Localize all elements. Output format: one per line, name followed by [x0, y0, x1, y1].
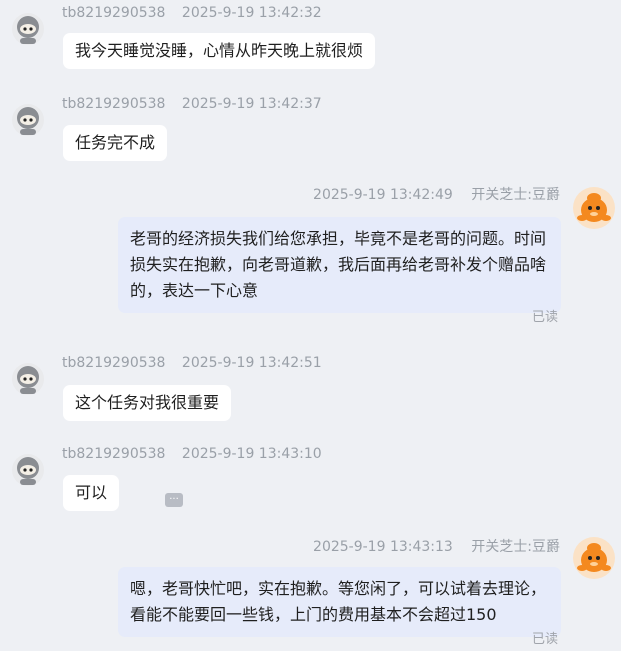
message-meta: tb8219290538 2025-9-19 13:43:10: [62, 445, 322, 463]
message-meta: 2025-9-19 13:43:13 开关芝士:豆爵: [313, 538, 560, 556]
timestamp: 2025-9-19 13:42:49: [313, 187, 453, 203]
sender-name: tb8219290538: [62, 355, 166, 371]
customer-avatar-icon[interactable]: [11, 362, 45, 396]
outgoing-message-bubble[interactable]: 嗯，老哥快忙吧，实在抱歉。等您闲了，可以试着去理论，看能不能要回一些钱，上门的费…: [118, 567, 561, 637]
sender-name: 开关芝士:豆爵: [471, 187, 560, 203]
message-meta: tb8219290538 2025-9-19 13:42:32: [62, 4, 322, 22]
customer-avatar-icon[interactable]: [11, 453, 45, 487]
more-options-ellipsis-icon[interactable]: ···: [165, 493, 183, 507]
agent-avatar-icon[interactable]: [572, 186, 616, 230]
chat-window: tb8219290538 2025-9-19 13:42:32 我今天睡觉没睡，…: [0, 0, 621, 651]
outgoing-message-bubble[interactable]: 老哥的经济损失我们给您承担，毕竟不是老哥的问题。时间损失实在抱歉，向老哥道歉，我…: [118, 217, 561, 313]
incoming-message-bubble[interactable]: 我今天睡觉没睡，心情从昨天晚上就很烦: [63, 33, 376, 69]
incoming-message-bubble[interactable]: 任务完不成: [63, 125, 168, 161]
timestamp: 2025-9-19 13:42:51: [181, 355, 322, 371]
message-meta: 2025-9-19 13:42:49 开关芝士:豆爵: [313, 186, 560, 204]
timestamp: 2025-9-19 13:42:37: [181, 96, 322, 112]
read-status: 已读: [532, 632, 559, 647]
timestamp: 2025-9-19 13:42:32: [181, 5, 322, 21]
read-status: 已读: [532, 310, 559, 325]
agent-avatar-icon[interactable]: [572, 536, 616, 580]
timestamp: 2025-9-19 13:43:13: [313, 539, 453, 555]
sender-name: tb8219290538: [62, 446, 166, 462]
timestamp: 2025-9-19 13:43:10: [181, 446, 322, 462]
incoming-message-bubble[interactable]: 可以: [63, 475, 120, 511]
incoming-message-bubble[interactable]: 这个任务对我很重要: [63, 385, 232, 421]
sender-name: 开关芝士:豆爵: [471, 539, 560, 555]
message-meta: tb8219290538 2025-9-19 13:42:37: [62, 95, 322, 113]
message-meta: tb8219290538 2025-9-19 13:42:51: [62, 354, 322, 372]
customer-avatar-icon[interactable]: [11, 103, 45, 137]
sender-name: tb8219290538: [62, 96, 166, 112]
customer-avatar-icon[interactable]: [11, 12, 45, 46]
sender-name: tb8219290538: [62, 5, 166, 21]
